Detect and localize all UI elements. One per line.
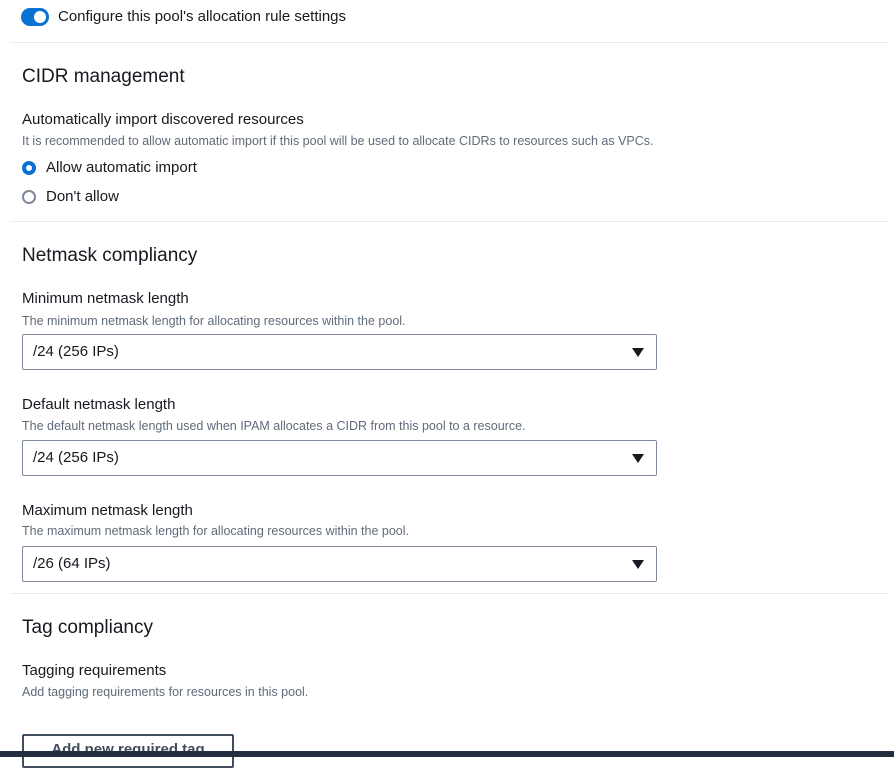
- auto-import-description: It is recommended to allow automatic imp…: [22, 134, 654, 148]
- caret-down-icon: [632, 454, 644, 463]
- tagging-requirements-description: Add tagging requirements for resources i…: [22, 685, 309, 699]
- caret-down-icon: [632, 348, 644, 357]
- radio-dont-allow[interactable]: Don't allow: [22, 187, 119, 207]
- maximum-netmask-label: Maximum netmask length: [22, 502, 193, 519]
- default-netmask-label: Default netmask length: [22, 396, 176, 413]
- maximum-netmask-select[interactable]: /26 (64 IPs): [22, 546, 657, 582]
- tagging-requirements-label: Tagging requirements: [22, 662, 167, 679]
- bottom-bar: [0, 751, 894, 757]
- toggle-knob: [34, 11, 46, 23]
- caret-down-icon: [632, 560, 644, 569]
- section-divider: [10, 221, 888, 222]
- default-netmask-description: The default netmask length used when IPA…: [22, 419, 526, 433]
- netmask-compliancy-heading: Netmask compliancy: [22, 245, 198, 266]
- section-divider: [10, 42, 888, 43]
- auto-import-label: Automatically import discovered resource…: [22, 111, 304, 128]
- select-value: /26 (64 IPs): [33, 555, 111, 572]
- select-value: /24 (256 IPs): [33, 343, 119, 360]
- radio-allow-automatic-import[interactable]: Allow automatic import: [22, 158, 197, 178]
- tag-compliancy-heading: Tag compliancy: [22, 617, 153, 638]
- allocation-rules-toggle[interactable]: [21, 8, 49, 26]
- select-value: /24 (256 IPs): [33, 449, 119, 466]
- default-netmask-select[interactable]: /24 (256 IPs): [22, 440, 657, 476]
- radio-label: Allow automatic import: [46, 159, 197, 176]
- allocation-rules-toggle-label: Configure this pool's allocation rule se…: [58, 8, 347, 25]
- cidr-management-heading: CIDR management: [22, 66, 185, 87]
- minimum-netmask-select[interactable]: /24 (256 IPs): [22, 334, 657, 370]
- minimum-netmask-description: The minimum netmask length for allocatin…: [22, 314, 406, 328]
- radio-button-selected[interactable]: [22, 161, 36, 175]
- maximum-netmask-description: The maximum netmask length for allocatin…: [22, 524, 409, 538]
- minimum-netmask-label: Minimum netmask length: [22, 290, 189, 307]
- radio-label: Don't allow: [46, 188, 119, 205]
- section-divider: [10, 593, 888, 594]
- radio-button[interactable]: [22, 190, 36, 204]
